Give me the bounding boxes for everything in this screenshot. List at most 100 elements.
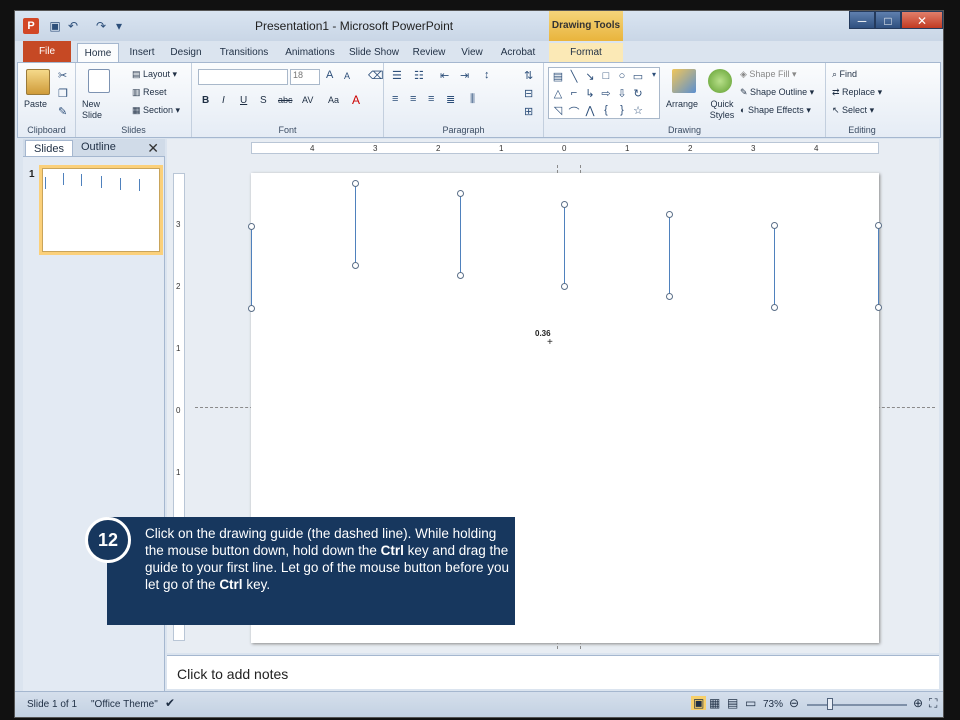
quick-styles-icon[interactable] [708,69,732,93]
tab-home[interactable]: Home [77,43,119,63]
find-button[interactable]: ⌕ Find [832,69,857,80]
slide-thumbnail[interactable] [39,165,163,255]
right-brace-icon[interactable]: } [615,104,629,116]
arrow-shape-icon[interactable]: ↘ [583,70,597,83]
strikethrough-button[interactable]: abc [278,95,293,105]
format-painter-icon[interactable]: ✎ [58,105,67,118]
zoom-slider-thumb[interactable] [827,698,833,710]
smartart-icon[interactable]: ⊞ [524,105,533,118]
line-shape[interactable] [564,204,565,286]
text-shadow-button[interactable]: S [260,95,267,106]
line-handle[interactable] [771,304,778,311]
line-shape[interactable] [460,193,461,275]
curve-shape-icon[interactable]: ⌒ [567,104,581,120]
spell-check-icon[interactable]: ✔ [165,696,175,710]
grow-font-icon[interactable]: A [326,69,333,81]
paste-icon[interactable] [26,69,50,95]
new-slide-button[interactable]: New Slide [82,99,122,121]
tab-transitions[interactable]: Transitions [213,43,275,63]
reset-button[interactable]: ▥ Reset [132,87,167,98]
tab-insert[interactable]: Insert [123,43,161,63]
tab-review[interactable]: Review [409,43,449,63]
callout-shape-icon[interactable]: ◹ [551,104,565,117]
new-slide-icon[interactable] [88,69,110,93]
left-brace-icon[interactable]: { [599,104,613,116]
numbering-icon[interactable]: ☷ [414,69,424,82]
change-case-button[interactable]: Aa [328,95,339,105]
font-size-combo[interactable]: 18 [290,69,320,85]
curved-arrow-icon[interactable]: ↻ [631,87,645,100]
bullets-icon[interactable]: ☰ [392,69,402,82]
tab-view[interactable]: View [455,43,489,63]
tab-animations[interactable]: Animations [279,43,341,63]
shrink-font-icon[interactable]: A [344,71,350,81]
slide-show-icon[interactable]: ▭ [745,696,756,710]
quick-styles-button[interactable]: Quick Styles [704,99,740,121]
line-shape[interactable] [878,225,879,307]
shapes-gallery[interactable]: ▤ ╲ ↘ □ ○ ▭ △ ⌐ ↳ ⇨ ⇩ ↻ ◹ ⌒ ⋀ { } ☆ ▾ [548,67,660,119]
line-handle[interactable] [561,201,568,208]
customize-quick-access-icon[interactable]: ▾ [111,18,127,34]
oval-shape-icon[interactable]: ○ [615,70,629,82]
tab-outline-pane[interactable]: Outline [81,141,116,153]
line-shape[interactable] [355,183,356,265]
line-handle[interactable] [561,283,568,290]
redo-icon[interactable]: ↷ [93,18,109,34]
cut-icon[interactable]: ✂ [58,69,67,82]
rounded-rect-shape-icon[interactable]: ▭ [631,70,645,83]
theme-name[interactable]: "Office Theme" [91,699,158,710]
bold-button[interactable]: B [202,95,209,106]
zoom-level[interactable]: 73% [763,699,783,710]
align-right-icon[interactable]: ≡ [428,93,434,105]
reading-view-icon[interactable]: ▤ [727,696,738,710]
line-handle[interactable] [875,304,882,311]
line-shape[interactable] [251,226,252,308]
pane-close-icon[interactable]: ✕ [147,140,159,157]
text-direction-icon[interactable]: ⇅ [524,69,533,82]
line-spacing-icon[interactable]: ↕ [484,69,490,81]
align-center-icon[interactable]: ≡ [410,93,416,105]
shape-outline-button[interactable]: ✎ Shape Outline ▾ [740,87,814,98]
align-text-icon[interactable]: ⊟ [524,87,533,100]
justify-icon[interactable]: ≣ [446,93,455,106]
line-shape-icon[interactable]: ╲ [567,70,581,83]
star-shape-icon[interactable]: ☆ [631,104,645,117]
fit-to-window-icon[interactable]: ⛶ [929,696,937,711]
powerpoint-app-icon[interactable]: P [23,18,39,34]
zoom-slider[interactable] [807,704,907,706]
rectangle-shape-icon[interactable]: □ [599,70,613,82]
tab-acrobat[interactable]: Acrobat [495,43,541,63]
tab-slide-show[interactable]: Slide Show [345,43,403,63]
line-shape[interactable] [669,214,670,296]
line-handle[interactable] [248,305,255,312]
notes-placeholder[interactable]: Click to add notes [177,666,288,682]
line-handle[interactable] [248,223,255,230]
tab-design[interactable]: Design [165,43,207,63]
character-spacing-button[interactable]: AV [302,95,313,105]
paste-button[interactable]: Paste [24,99,47,109]
line-handle[interactable] [875,222,882,229]
slide-sorter-icon[interactable]: ▦ [709,696,720,710]
select-button[interactable]: ↖ Select ▾ [832,105,874,116]
gallery-more-icon[interactable]: ▾ [647,70,661,79]
font-name-combo[interactable] [198,69,288,85]
underline-button[interactable]: U [240,95,247,106]
line-shape[interactable] [774,225,775,307]
clear-formatting-icon[interactable]: ⌫ [368,69,384,82]
tab-file[interactable]: File [23,41,71,63]
elbow-arrow-icon[interactable]: ↳ [583,87,597,100]
save-icon[interactable]: ▣ [47,18,63,34]
tab-format[interactable]: Format [549,43,623,63]
columns-icon[interactable]: ⫼ [470,93,475,106]
notes-pane[interactable]: Click to add notes [167,655,939,689]
increase-indent-icon[interactable]: ⇥ [460,69,469,82]
line-handle[interactable] [352,180,359,187]
line-handle[interactable] [457,272,464,279]
line-handle[interactable] [771,222,778,229]
zoom-out-icon[interactable]: ⊖ [789,696,799,710]
italic-button[interactable]: I [222,95,225,106]
copy-icon[interactable]: ❐ [58,87,68,100]
right-arrow-shape-icon[interactable]: ⇨ [599,87,613,100]
line-handle[interactable] [457,190,464,197]
layout-button[interactable]: ▤ Layout ▾ [132,69,177,80]
